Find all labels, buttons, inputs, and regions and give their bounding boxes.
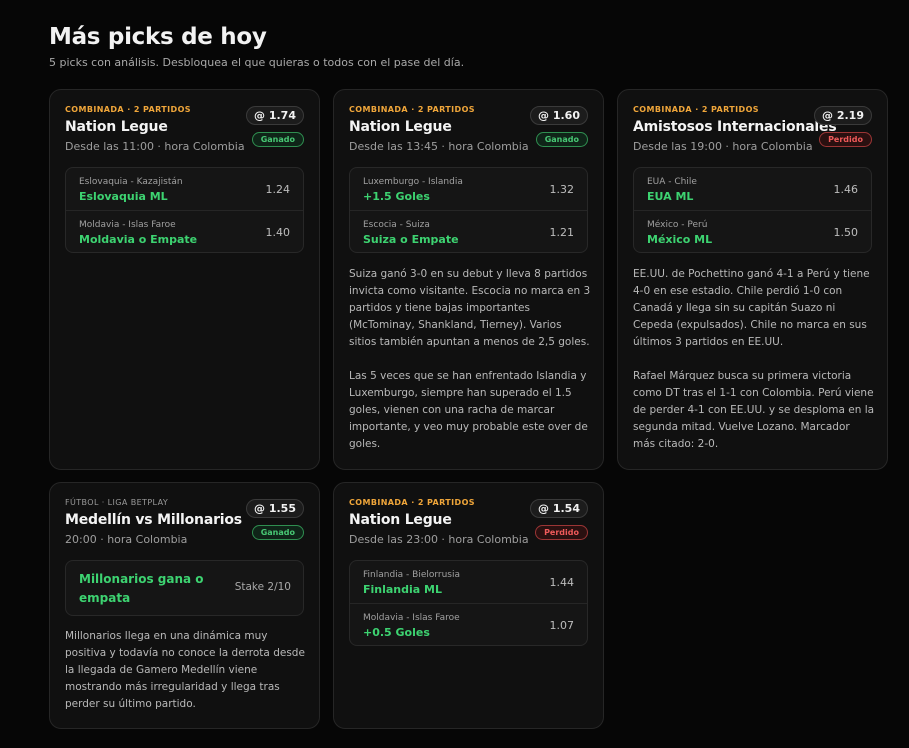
pick-card[interactable]: COMBINADA · 2 PARTIDOS Amistosos Interna…	[617, 89, 888, 470]
leg-odds: 1.24	[265, 183, 291, 196]
pick-card[interactable]: COMBINADA · 2 PARTIDOS Nation Legue Desd…	[333, 482, 604, 729]
leg-item: EUA - Chile EUA ML 1.46	[634, 168, 871, 210]
leg-odds: 1.21	[549, 226, 575, 239]
stake-label: Stake 2/10	[234, 581, 291, 593]
leg-pick: Finlandia ML	[363, 583, 442, 596]
analysis-paragraph: Las 5 veces que se han enfrentado Island…	[349, 370, 588, 450]
pick-name: Millonarios gana o empata	[79, 572, 204, 605]
card-header: COMBINADA · 2 PARTIDOS Nation Legue Desd…	[349, 105, 588, 165]
leg-pick: Moldavia o Empate	[79, 233, 198, 246]
odds-badge: @ 1.54	[530, 499, 588, 518]
leg-pick: México ML	[647, 233, 713, 246]
odds-badge: @ 1.74	[246, 106, 304, 125]
leg-match: EUA - Chile	[647, 177, 697, 187]
odds-badge: @ 1.60	[530, 106, 588, 125]
leg-match: Moldavia - Islas Faroe	[363, 613, 460, 623]
leg-odds: 1.32	[549, 183, 575, 196]
leg-match: Finlandia - Bielorrusia	[363, 570, 461, 580]
leg-item: México - Perú México ML 1.50	[634, 210, 871, 252]
leg-odds: 1.40	[265, 226, 291, 239]
page-subtitle: 5 picks con análisis. Desbloquea el que …	[49, 56, 465, 69]
status-badge: Ganado	[535, 132, 588, 147]
leg-pick: EUA ML	[647, 190, 694, 203]
card-analysis: Suiza ganó 3-0 en su debut y lleva 8 par…	[349, 266, 591, 470]
leg-match: Escocia - Suiza	[363, 220, 430, 230]
legs-list: EUA - Chile EUA ML 1.46 México - Perú Mé…	[633, 167, 872, 253]
pick-box: Millonarios gana o empata Stake 2/10	[65, 560, 304, 616]
leg-odds: 1.50	[833, 226, 859, 239]
status-badge: Perdido	[819, 132, 872, 147]
leg-item: Escocia - Suiza Suiza o Empate 1.21	[350, 210, 587, 252]
leg-odds: 1.07	[549, 619, 575, 632]
leg-pick: Eslovaquia ML	[79, 190, 168, 203]
leg-match: Luxemburgo - Islandia	[363, 177, 463, 187]
leg-odds: 1.44	[549, 576, 575, 589]
leg-item: Eslovaquia - Kazajistán Eslovaquia ML 1.…	[66, 168, 303, 210]
analysis-paragraph: EE.UU. de Pochettino ganó 4-1 a Perú y t…	[633, 268, 870, 348]
leg-pick: +0.5 Goles	[363, 626, 430, 639]
legs-list: Eslovaquia - Kazajistán Eslovaquia ML 1.…	[65, 167, 304, 253]
status-badge: Ganado	[251, 132, 304, 147]
analysis-paragraph: Rafael Márquez busca su primera victoria…	[633, 370, 875, 450]
legs-list: Finlandia - Bielorrusia Finlandia ML 1.4…	[349, 560, 588, 646]
card-header: COMBINADA · 2 PARTIDOS Nation Legue Desd…	[65, 105, 304, 165]
leg-item: Moldavia - Islas Faroe +0.5 Goles 1.07	[350, 603, 587, 645]
leg-match: México - Perú	[647, 220, 708, 230]
leg-match: Eslovaquia - Kazajistán	[79, 177, 183, 187]
page-title: Más picks de hoy	[49, 24, 267, 50]
odds-badge: @ 1.55	[246, 499, 304, 518]
leg-pick: Suiza o Empate	[363, 233, 459, 246]
pick-card[interactable]: FÚTBOL · LIGA BETPLAY Medellín vs Millon…	[49, 482, 320, 729]
card-header: COMBINADA · 2 PARTIDOS Nation Legue Desd…	[349, 498, 588, 558]
card-analysis: EE.UU. de Pochettino ganó 4-1 a Perú y t…	[633, 266, 875, 470]
odds-badge: @ 2.19	[814, 106, 872, 125]
leg-odds: 1.46	[833, 183, 859, 196]
leg-item: Luxemburgo - Islandia +1.5 Goles 1.32	[350, 168, 587, 210]
pick-card[interactable]: COMBINADA · 2 PARTIDOS Nation Legue Desd…	[49, 89, 320, 470]
card-analysis: Millonarios llega en una dinámica muy po…	[65, 628, 307, 730]
pick-card[interactable]: COMBINADA · 2 PARTIDOS Nation Legue Desd…	[333, 89, 604, 470]
analysis-paragraph: Suiza ganó 3-0 en su debut y lleva 8 par…	[349, 268, 591, 348]
leg-item: Moldavia - Islas Faroe Moldavia o Empate…	[66, 210, 303, 252]
status-badge: Perdido	[535, 525, 588, 540]
card-header: COMBINADA · 2 PARTIDOS Amistosos Interna…	[633, 105, 872, 165]
leg-item: Finlandia - Bielorrusia Finlandia ML 1.4…	[350, 561, 587, 603]
card-header: FÚTBOL · LIGA BETPLAY Medellín vs Millon…	[65, 498, 304, 558]
leg-pick: +1.5 Goles	[363, 190, 430, 203]
legs-list: Luxemburgo - Islandia +1.5 Goles 1.32 Es…	[349, 167, 588, 253]
status-badge: Ganado	[251, 525, 304, 540]
analysis-paragraph: Millonarios llega en una dinámica muy po…	[65, 630, 305, 710]
leg-match: Moldavia - Islas Faroe	[79, 220, 176, 230]
